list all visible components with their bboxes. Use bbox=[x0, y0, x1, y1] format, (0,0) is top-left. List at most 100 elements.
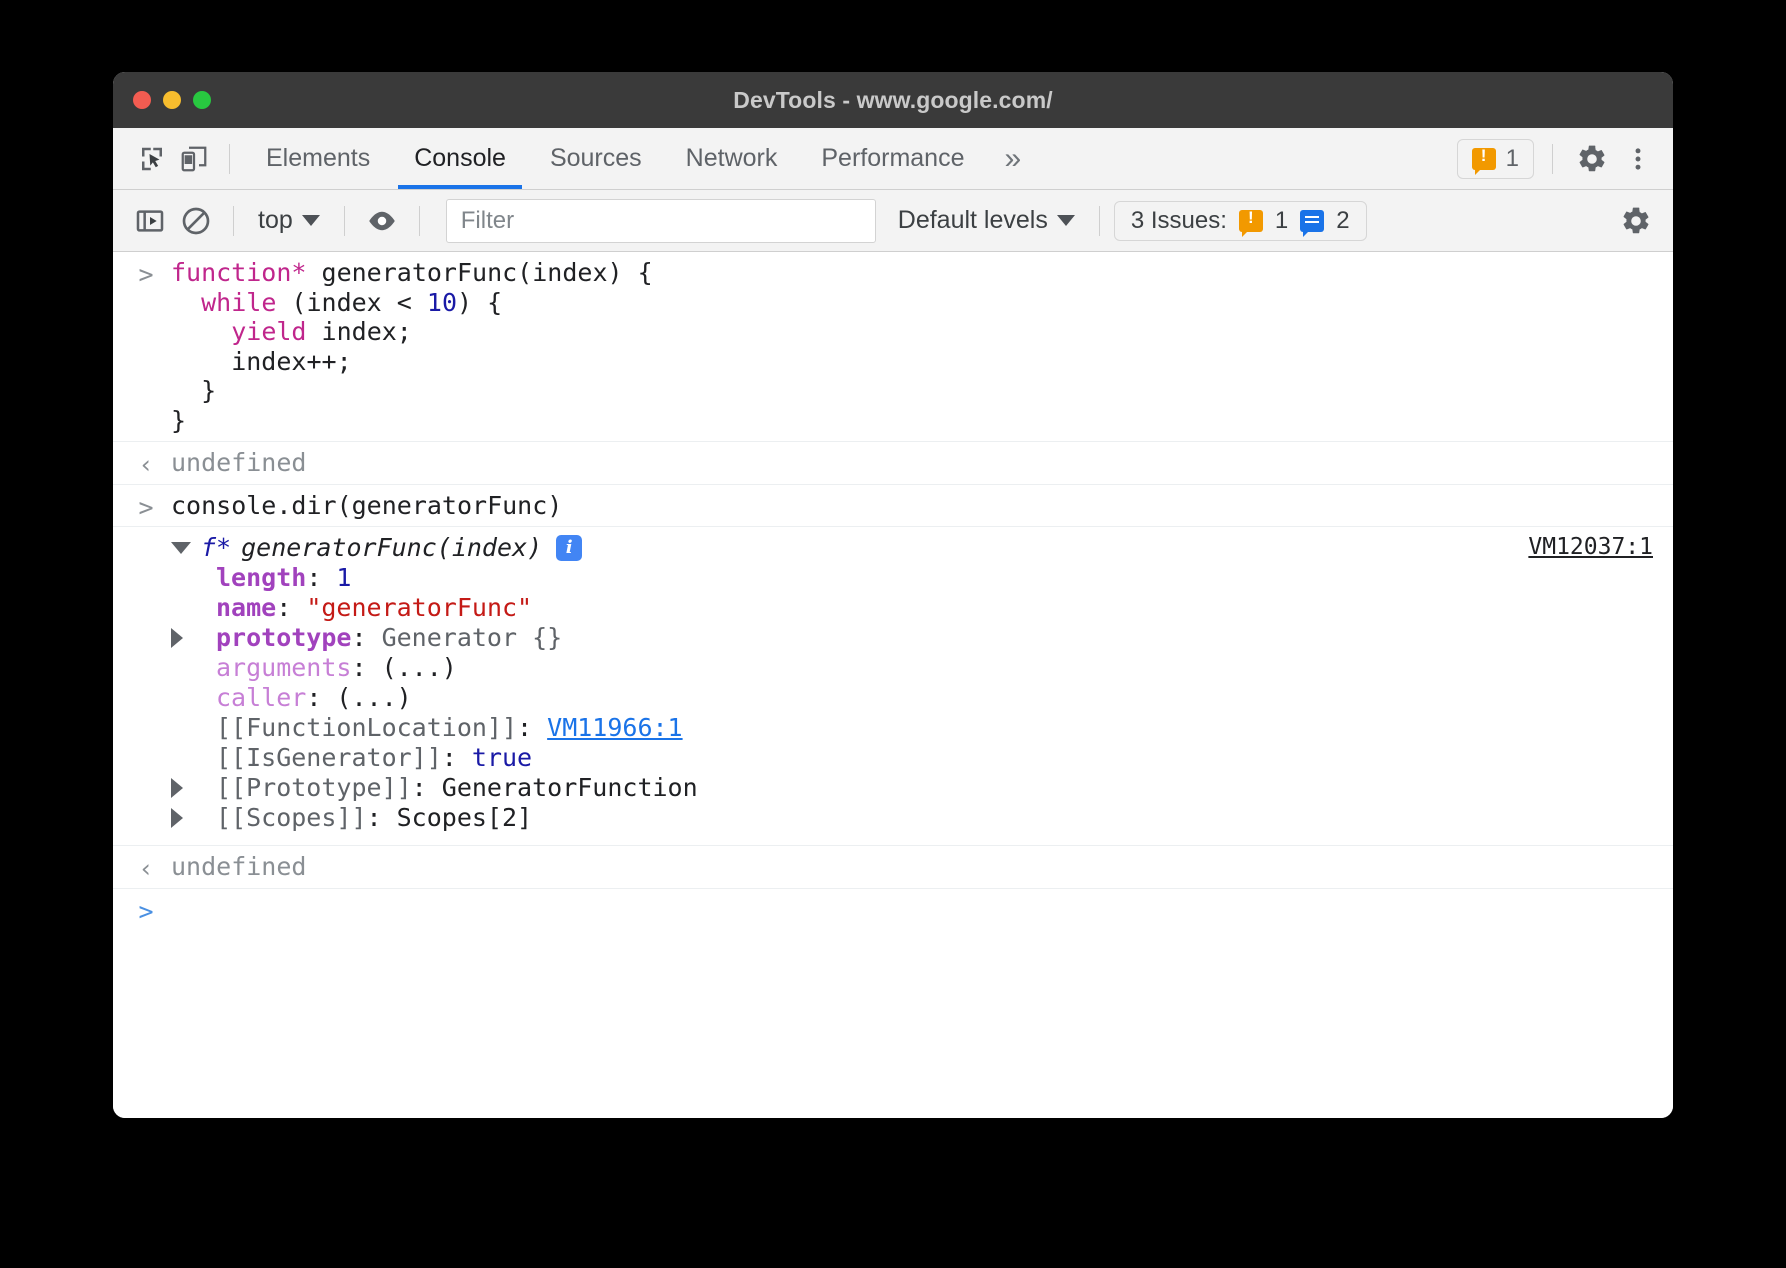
console-toolbar: top Filter Default levels 3 Issues: 1 2 bbox=[113, 190, 1673, 252]
code-token: generatorFunc(index) { bbox=[306, 258, 652, 287]
property-name: [[Prototype]] bbox=[216, 773, 412, 803]
output-marker: ‹ bbox=[133, 854, 159, 884]
maximize-window-button[interactable] bbox=[193, 91, 211, 109]
devtools-tabbar: Elements Console Sources Network Perform… bbox=[113, 128, 1673, 190]
property-row-caller: caller: (...) bbox=[113, 683, 1673, 713]
property-row-arguments: arguments: (...) bbox=[113, 653, 1673, 683]
property-row-name: name: "generatorFunc" bbox=[113, 593, 1673, 623]
console-prompt[interactable]: > bbox=[113, 889, 1673, 939]
property-value: GeneratorFunction bbox=[442, 773, 698, 803]
tab-elements[interactable]: Elements bbox=[244, 128, 392, 189]
clear-console-icon[interactable] bbox=[173, 199, 219, 243]
tab-sources[interactable]: Sources bbox=[528, 128, 664, 189]
code-token: yield bbox=[231, 317, 306, 346]
property-separator: : bbox=[412, 773, 442, 803]
expand-triangle-down-icon[interactable] bbox=[171, 542, 191, 554]
property-name: name bbox=[216, 593, 276, 623]
toolbar-divider bbox=[233, 206, 234, 236]
property-separator: : bbox=[276, 593, 306, 623]
three-dot-menu-icon[interactable] bbox=[1617, 138, 1659, 180]
log-level-label: Default levels bbox=[898, 206, 1048, 235]
object-header-row[interactable]: f* generatorFunc(index) i VM12037:1 bbox=[113, 533, 1673, 563]
code-token: } bbox=[171, 376, 216, 405]
traffic-light-buttons bbox=[113, 91, 211, 109]
property-separator: : bbox=[517, 713, 547, 743]
warning-icon bbox=[1239, 210, 1263, 232]
source-location-link[interactable]: VM12037:1 bbox=[1528, 534, 1653, 562]
property-value: Generator {} bbox=[382, 623, 563, 653]
tab-network[interactable]: Network bbox=[664, 128, 800, 189]
toolbar-divider bbox=[229, 144, 230, 174]
tab-label: Console bbox=[414, 144, 506, 173]
live-expression-icon[interactable] bbox=[359, 199, 405, 243]
property-value: (...) bbox=[336, 683, 411, 713]
tabbar-right-controls: 1 bbox=[1457, 138, 1659, 180]
function-location-link[interactable]: VM11966:1 bbox=[547, 713, 682, 743]
filter-input[interactable]: Filter bbox=[446, 199, 876, 243]
execution-context-label: top bbox=[258, 206, 293, 235]
console-input-message: > function* generatorFunc(index) { while… bbox=[113, 252, 1673, 442]
input-marker: > bbox=[133, 493, 159, 523]
toolbar-divider bbox=[1552, 144, 1553, 174]
gear-icon[interactable] bbox=[1613, 199, 1659, 243]
code-token bbox=[171, 288, 201, 317]
property-name: [[IsGenerator]] bbox=[216, 743, 442, 773]
property-separator: : bbox=[306, 563, 336, 593]
code-token: 10 bbox=[427, 288, 457, 317]
code-token: while bbox=[201, 288, 276, 317]
inspect-element-icon[interactable] bbox=[131, 138, 173, 180]
code-token: } bbox=[171, 406, 186, 435]
property-row-prototype[interactable]: prototype: Generator {} bbox=[113, 623, 1673, 653]
tab-performance[interactable]: Performance bbox=[799, 128, 986, 189]
property-separator: : bbox=[442, 743, 472, 773]
chevron-down-icon bbox=[302, 215, 320, 226]
close-window-button[interactable] bbox=[133, 91, 151, 109]
property-name: prototype bbox=[216, 623, 351, 653]
code-token: function* bbox=[171, 258, 306, 287]
more-tabs-icon[interactable]: » bbox=[986, 144, 1039, 174]
toolbar-divider bbox=[419, 206, 420, 236]
issues-badge[interactable]: 3 Issues: 1 2 bbox=[1114, 201, 1367, 241]
expand-triangle-right-icon[interactable] bbox=[171, 628, 183, 648]
property-value: (...) bbox=[382, 653, 457, 683]
console-sidebar-icon[interactable] bbox=[127, 199, 173, 243]
code-token bbox=[171, 317, 231, 346]
property-value: Scopes[2] bbox=[397, 803, 532, 833]
execution-context-selector[interactable]: top bbox=[248, 206, 330, 235]
console-code-block: function* generatorFunc(index) { while (… bbox=[113, 258, 1673, 435]
property-row-length: length: 1 bbox=[113, 563, 1673, 593]
console-messages[interactable]: > function* generatorFunc(index) { while… bbox=[113, 252, 1673, 1118]
property-row-function-location: [[FunctionLocation]]: VM11966:1 bbox=[113, 713, 1673, 743]
tab-label: Elements bbox=[266, 144, 370, 173]
info-badge-icon[interactable]: i bbox=[556, 535, 582, 561]
property-row-prototype-internal[interactable]: [[Prototype]]: GeneratorFunction bbox=[113, 773, 1673, 803]
expand-triangle-right-icon[interactable] bbox=[171, 778, 183, 798]
tab-console[interactable]: Console bbox=[392, 128, 528, 189]
indent-spacer bbox=[171, 628, 216, 648]
gear-icon[interactable] bbox=[1571, 138, 1613, 180]
issues-label: 3 Issues: bbox=[1131, 207, 1227, 235]
property-name: caller bbox=[216, 683, 306, 713]
function-marker: f* bbox=[201, 533, 231, 563]
code-token: (index < bbox=[276, 288, 427, 317]
log-level-selector[interactable]: Default levels bbox=[888, 206, 1085, 235]
panel-tabs: Elements Console Sources Network Perform… bbox=[244, 128, 1039, 189]
warning-count: 1 bbox=[1506, 145, 1519, 173]
input-marker: > bbox=[133, 260, 159, 290]
code-token: index; bbox=[306, 317, 411, 346]
property-row-scopes[interactable]: [[Scopes]]: Scopes[2] bbox=[113, 803, 1673, 839]
property-name: [[FunctionLocation]] bbox=[216, 713, 517, 743]
minimize-window-button[interactable] bbox=[163, 91, 181, 109]
filter-placeholder: Filter bbox=[461, 207, 514, 235]
window-titlebar: DevTools - www.google.com/ bbox=[113, 72, 1673, 128]
warning-count-badge[interactable]: 1 bbox=[1457, 139, 1534, 179]
expand-triangle-right-icon[interactable] bbox=[171, 808, 183, 828]
function-signature: generatorFunc(index) bbox=[241, 533, 542, 563]
code-token: ) { bbox=[457, 288, 502, 317]
property-value: true bbox=[472, 743, 532, 773]
indent-spacer bbox=[171, 808, 216, 828]
property-name: [[Scopes]] bbox=[216, 803, 367, 833]
output-marker: ‹ bbox=[133, 450, 159, 480]
code-token: console.dir(generatorFunc) bbox=[171, 491, 562, 520]
device-toolbar-icon[interactable] bbox=[173, 138, 215, 180]
